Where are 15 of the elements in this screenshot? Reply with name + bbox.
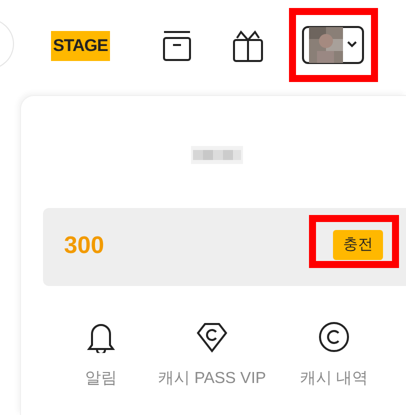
profile-menu-button[interactable] [302,26,364,64]
bell-icon [85,321,117,353]
charge-button[interactable]: 충전 [333,230,383,260]
avatar [309,27,343,63]
redacted-name [191,146,243,164]
menu-item[interactable]: 캐시 PASS VIP [151,321,273,391]
menu-item[interactable]: 캐시 내역 [273,321,395,391]
chevron-down-icon [347,41,357,48]
coin-icon [318,321,350,353]
cash-amount: 300 [64,231,104,261]
stage-logo[interactable]: STAGE [51,31,110,61]
archive-box-icon[interactable] [161,30,193,62]
diamond-coin-icon [196,321,228,353]
gift-icon[interactable] [232,30,264,62]
menu-item[interactable]: 알림 [51,321,151,391]
